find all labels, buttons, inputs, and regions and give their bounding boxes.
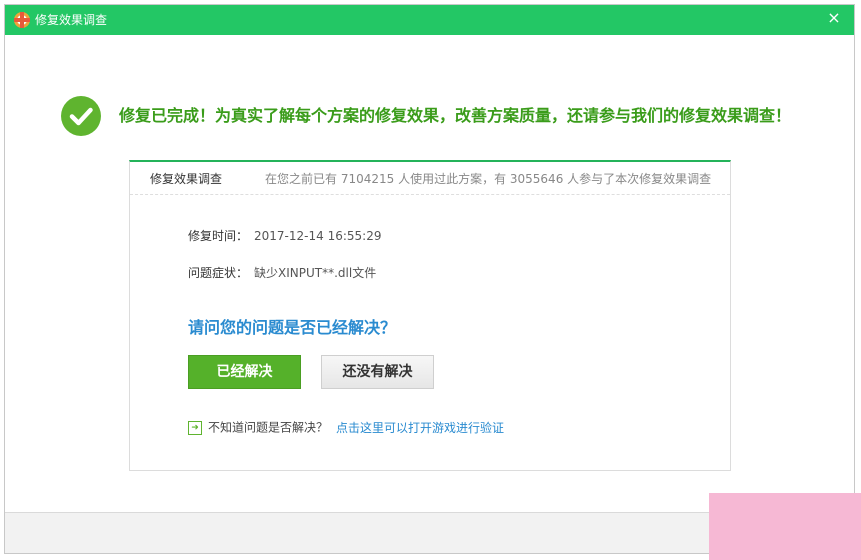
watermark-block [709, 493, 861, 560]
verify-row: ➜ 不知道问题是否解决？ 点击这里可以打开游戏进行验证 [188, 419, 504, 435]
verify-link[interactable]: 点击这里可以打开游戏进行验证 [336, 421, 504, 435]
repair-time-row: 修复时间： 2017-12-14 16:55:29 [188, 228, 381, 244]
verify-question: 不知道问题是否解决？ [208, 420, 329, 435]
usage-stats: 在您之前已有 7104215 人使用过此方案，有 3055646 人参与了本次修… [265, 172, 712, 186]
card-title: 修复效果调查 [150, 172, 223, 186]
window-title: 修复效果调查 [35, 13, 108, 27]
survey-dialog: 修复效果调查 × 修复已完成！为真实了解每个方案的修复效果，改善方案质量，还请参… [4, 4, 855, 554]
symptom-label: 问题症状： [188, 266, 249, 280]
not-solved-button[interactable]: 还没有解决 [321, 355, 434, 389]
close-icon[interactable]: × [824, 8, 844, 28]
symptom-row: 问题症状： 缺少XINPUT**.dll文件 [188, 265, 376, 281]
survey-card: 修复效果调查 在您之前已有 7104215 人使用过此方案，有 3055646 … [129, 160, 731, 471]
solved-button[interactable]: 已经解决 [188, 355, 301, 389]
card-header: 修复效果调查 在您之前已有 7104215 人使用过此方案，有 3055646 … [130, 162, 730, 195]
symptom-value: 缺少XINPUT**.dll文件 [254, 266, 377, 280]
title-bar: 修复效果调查 × [5, 5, 854, 35]
resolved-question: 请问您的问题是否已经解决？ [188, 318, 397, 337]
arrow-right-box-icon: ➜ [188, 420, 202, 435]
success-banner: 修复已完成！为真实了解每个方案的修复效果，改善方案质量，还请参与我们的修复效果调… [61, 96, 821, 136]
success-message: 修复已完成！为真实了解每个方案的修复效果，改善方案质量，还请参与我们的修复效果调… [119, 106, 792, 125]
repair-time-value: 2017-12-14 16:55:29 [254, 229, 382, 243]
lifebuoy-icon [14, 12, 30, 28]
repair-time-label: 修复时间： [188, 229, 249, 243]
check-circle-icon [61, 96, 101, 136]
